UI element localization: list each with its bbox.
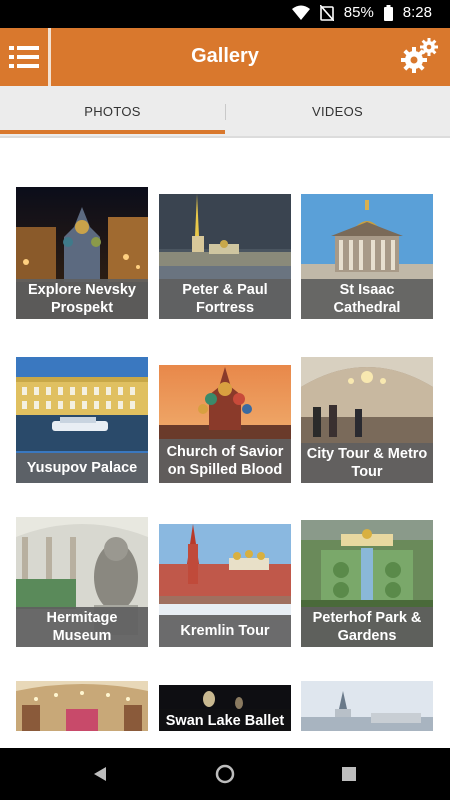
gallery-tile[interactable]: Peterhof Park & Gardens xyxy=(301,520,433,647)
app-bar: Gallery xyxy=(0,28,450,86)
battery-percent: 85% xyxy=(343,4,374,21)
clock-time: 8:28 xyxy=(402,4,432,21)
tile-caption: Yusupov Palace xyxy=(16,453,148,483)
tile-caption: Peter & Paul Fortress xyxy=(159,279,291,319)
tile-caption: Church of Savior on Spilled Blood xyxy=(159,439,291,483)
selected-tab-indicator xyxy=(0,130,225,134)
gallery-tile[interactable]: Swan Lake Ballet xyxy=(159,685,291,731)
status-bar: 85% 8:28 xyxy=(0,0,450,28)
settings-button[interactable] xyxy=(400,36,440,76)
gallery-tile[interactable]: Yusupov Palace xyxy=(16,357,148,483)
tile-caption: Explore Nevsky Prospekt xyxy=(16,279,148,319)
gears-icon xyxy=(401,38,438,73)
tile-caption: Hermitage Museum xyxy=(16,607,148,647)
tab-photos[interactable]: PHOTOS xyxy=(0,86,225,136)
recents-icon[interactable] xyxy=(342,767,356,781)
back-icon[interactable] xyxy=(92,766,108,782)
page-title: Gallery xyxy=(191,45,259,67)
tile-caption: St Isaac Cathedral xyxy=(301,279,433,319)
tile-caption: City Tour & Metro Tour xyxy=(301,443,433,483)
gallery-tile[interactable] xyxy=(301,681,433,731)
tab-videos[interactable]: VIDEOS xyxy=(225,86,450,136)
gallery-tile[interactable]: Peter & Paul Fortress xyxy=(159,194,291,319)
photo-grid: Explore Nevsky Prospekt Peter & Paul For… xyxy=(0,140,450,748)
gallery-tile[interactable]: City Tour & Metro Tour xyxy=(301,357,433,483)
tile-caption: Kremlin Tour xyxy=(159,615,291,647)
gallery-tile[interactable]: Church of Savior on Spilled Blood xyxy=(159,365,291,483)
tile-caption: Swan Lake Ballet xyxy=(159,709,291,731)
gallery-tile[interactable]: Explore Nevsky Prospekt xyxy=(16,187,148,319)
tile-caption: Peterhof Park & Gardens xyxy=(301,607,433,647)
home-icon[interactable] xyxy=(215,764,235,784)
battery-icon xyxy=(383,4,393,21)
photo-image xyxy=(16,681,148,731)
gallery-tile[interactable] xyxy=(16,681,148,731)
photo-image xyxy=(301,681,433,731)
gallery-tile[interactable]: St Isaac Cathedral xyxy=(301,194,433,319)
gallery-tile[interactable]: Hermitage Museum xyxy=(16,517,148,647)
system-nav-bar xyxy=(0,748,450,800)
no-sim-icon xyxy=(319,4,334,21)
wifi-icon xyxy=(291,5,310,20)
gallery-tile[interactable]: Kremlin Tour xyxy=(159,524,291,647)
